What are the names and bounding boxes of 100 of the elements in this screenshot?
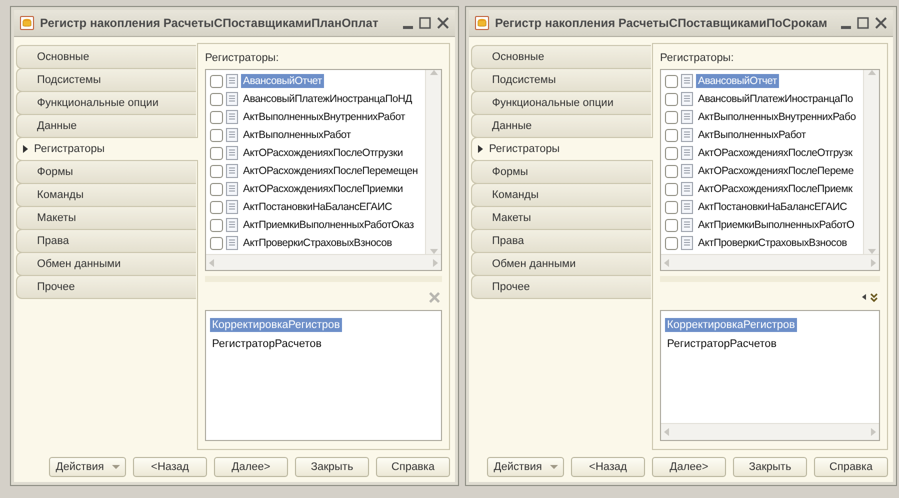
checkbox[interactable] [210,74,223,88]
section-tab[interactable]: Прочее [16,275,196,299]
list-item[interactable]: АктПриемкиВыполненныхРаботО [696,218,856,232]
list-item[interactable]: АктПриемкиВыполненныхРаботОказ [241,218,416,232]
section-tab[interactable]: Макеты [16,206,196,230]
actions-button[interactable]: Действия [486,457,564,477]
list-item[interactable]: АктОРасхожденияхПослеПриемк [696,182,854,196]
list-item[interactable]: РегистраторРасчетов [665,336,779,350]
list-item[interactable]: АктПроверкиСтраховыхВзносов [696,236,849,250]
section-tab[interactable]: Права [16,229,196,253]
list-item[interactable]: АктВыполненныхРабот [241,128,353,142]
list-item[interactable]: АвансовыйПлатежИностранцаПо [696,92,855,106]
document-icon [681,128,693,142]
list-item[interactable]: РегистраторРасчетов [210,336,324,350]
list-label: Регистраторы: [660,52,735,64]
document-icon [681,110,693,124]
section-tab[interactable]: Функциональные опции [471,91,651,115]
checkbox[interactable] [665,110,678,124]
section-tab[interactable]: Обмен данными [16,252,196,276]
section-tab[interactable]: Макеты [471,206,651,230]
document-icon [226,146,238,160]
window-title: Регистр накопления РасчетыСПоставщикамиПланОплат [40,16,380,30]
dialog-button[interactable]: Закрыть [295,457,369,477]
checkbox[interactable] [665,200,678,214]
checkbox[interactable] [210,128,223,142]
section-tab[interactable]: Данные [16,114,196,138]
dialog-button[interactable]: <Назад [133,457,207,477]
maximize-icon[interactable] [419,17,431,29]
list-item[interactable]: АктОРасхожденияхПослеПереме [696,164,856,178]
document-icon [681,200,693,214]
section-tab[interactable]: Команды [471,183,651,207]
checkbox[interactable] [665,182,678,196]
section-tab[interactable]: Основные [471,45,651,69]
list-item[interactable]: АктВыполненныхВнутреннихРабо [696,110,858,124]
double-chevron-icon[interactable] [870,292,878,302]
dialog-button[interactable]: Далее> [214,457,288,477]
list-item[interactable]: АвансовыйПлатежИностранцаПоНД [241,92,414,106]
dialog-button[interactable]: Справка [376,457,450,477]
checkbox[interactable] [210,146,223,160]
section-tab[interactable]: Формы [471,160,651,184]
section-tab[interactable]: Функциональные опции [16,91,196,115]
list-label: Регистраторы: [205,52,280,64]
checkbox[interactable] [210,92,223,106]
checkbox[interactable] [665,146,678,160]
dialog-button[interactable]: <Назад [571,457,645,477]
document-icon [681,164,693,178]
checkbox[interactable] [210,218,223,232]
document-icon [226,128,238,142]
caret-icon [550,465,558,469]
list-item[interactable]: АктПостановкиНаБалансЕГАИС [696,200,849,214]
checkbox[interactable] [665,164,678,178]
pointer-icon [23,145,28,153]
database-icon [475,16,489,30]
list-item[interactable]: АктОРасхожденияхПослеОтгрузк [696,146,854,160]
actions-button[interactable]: Действия [48,457,126,477]
dialog-button[interactable]: Справка [814,457,888,477]
checkbox[interactable] [210,236,223,250]
list-item[interactable]: АктОРасхожденияхПослеОтгрузки [241,146,405,160]
list-item[interactable]: АктВыполненныхРабот [696,128,808,142]
document-icon [681,74,693,88]
document-icon [226,182,238,196]
checkbox[interactable] [665,92,678,106]
checkbox[interactable] [210,200,223,214]
section-tab[interactable]: Формы [16,160,196,184]
close-icon[interactable] [437,17,449,29]
document-icon [226,200,238,214]
section-tab[interactable]: Команды [16,183,196,207]
list-item[interactable]: АктПостановкиНаБалансЕГАИС [241,200,394,214]
document-icon [226,110,238,124]
section-tab[interactable]: Обмен данными [471,252,651,276]
section-tab[interactable]: Регистраторы [16,137,198,161]
list-item[interactable]: АктПроверкиСтраховыхВзносов [241,236,394,250]
section-tab[interactable]: Права [471,229,651,253]
maximize-icon[interactable] [857,17,869,29]
checkbox[interactable] [210,164,223,178]
document-icon [226,92,238,106]
section-tab[interactable]: Данные [471,114,651,138]
dialog-button[interactable]: Закрыть [733,457,807,477]
checkbox[interactable] [665,236,678,250]
left-arrow-icon[interactable] [862,294,866,300]
list-item[interactable]: АктОРасхожденияхПослеПриемки [241,182,405,196]
section-tab[interactable]: Основные [16,45,196,69]
section-tab[interactable]: Регистраторы [471,137,653,161]
document-icon [681,92,693,106]
list-item[interactable]: АктВыполненныхВнутреннихРабот [241,110,408,124]
checkbox[interactable] [665,218,678,232]
section-tab[interactable]: Прочее [471,275,651,299]
close-icon[interactable] [875,17,887,29]
checkbox[interactable] [665,128,678,142]
section-tab[interactable]: Подсистемы [16,68,196,92]
clear-icon[interactable] [429,292,440,302]
list-item[interactable]: АктОРасхожденияхПослеПеремещен [241,164,420,178]
checkbox[interactable] [665,74,678,88]
document-icon [681,146,693,160]
checkbox[interactable] [210,110,223,124]
section-tab[interactable]: Подсистемы [471,68,651,92]
document-icon [226,236,238,250]
caret-icon [112,465,120,469]
dialog-button[interactable]: Далее> [652,457,726,477]
checkbox[interactable] [210,182,223,196]
